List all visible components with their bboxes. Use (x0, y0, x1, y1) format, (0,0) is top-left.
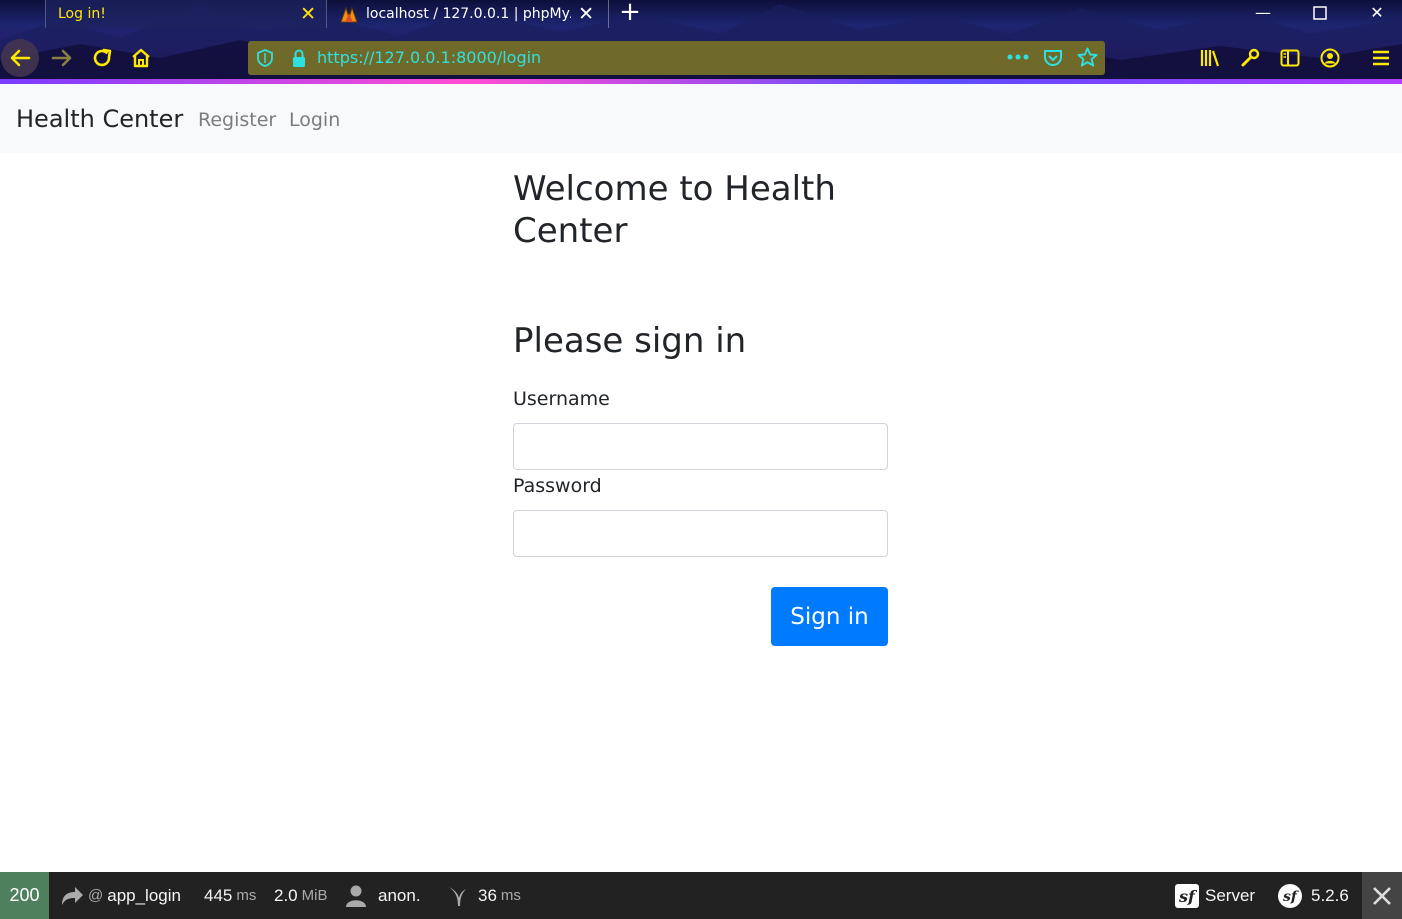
twig-unit: ms (500, 887, 521, 904)
redirect-arrow-icon (62, 886, 83, 905)
route-prefix: @ (88, 887, 104, 904)
time-item[interactable]: 445 ms (204, 872, 256, 919)
library-icon[interactable] (1190, 36, 1230, 80)
twig-item[interactable]: 36 ms (446, 872, 521, 919)
bookmark-star-icon[interactable] (1077, 47, 1098, 68)
time-value: 445 (204, 885, 233, 905)
forward-arrow-icon[interactable] (42, 36, 82, 80)
symfony-logo-icon: sf (1278, 883, 1302, 908)
account-icon[interactable] (1310, 36, 1350, 80)
tab-phpmyadmin[interactable]: localhost / 127.0.0.1 | phpMyAdmin ✕ (330, 0, 609, 28)
home-icon[interactable] (121, 36, 161, 80)
signin-heading: Please sign in (513, 321, 747, 361)
time-unit: ms (236, 887, 257, 904)
phpmyadmin-favicon-icon (340, 6, 358, 23)
close-tab-icon[interactable]: ✕ (300, 3, 316, 25)
security-item[interactable]: anon. (345, 872, 421, 919)
navigation-toolbar: https://127.0.0.1:8000/login (0, 36, 1402, 80)
toolbar-close-icon[interactable] (1362, 872, 1402, 919)
tab-title: localhost / 127.0.0.1 | phpMyAdmin (366, 6, 571, 22)
route-name: app_login (107, 885, 181, 905)
url-path: :8000/login (450, 48, 542, 67)
close-tab-icon[interactable]: ✕ (578, 3, 594, 25)
url-host: 127.0.0.1 (374, 48, 451, 67)
back-arrow-icon[interactable] (1, 39, 39, 77)
tab-title: Log in! (58, 6, 106, 22)
sidebar-icon[interactable] (1270, 36, 1310, 80)
user-icon (346, 885, 366, 907)
twig-icon (449, 886, 466, 906)
server-label: Server (1205, 885, 1256, 905)
maximize-icon[interactable] (1300, 2, 1340, 26)
window-close-icon[interactable]: ✕ (1357, 2, 1397, 26)
password-input[interactable] (513, 510, 888, 557)
new-tab-plus-icon[interactable]: + (618, 0, 642, 26)
password-label: Password (513, 475, 602, 497)
symfony-logo-icon: sf (1175, 883, 1199, 908)
sign-in-button[interactable]: Sign in (771, 587, 888, 646)
reload-icon[interactable] (82, 36, 122, 80)
nav-link-register[interactable]: Register (198, 109, 276, 131)
symfony-version: 5.2.6 (1311, 885, 1349, 905)
version-item[interactable]: sf 5.2.6 (1278, 872, 1349, 919)
username-label: Username (513, 388, 610, 410)
memory-item[interactable]: 2.0 MiB (274, 872, 327, 919)
login-container: Welcome to Health Center Please sign in … (513, 168, 888, 646)
page-actions-dots-icon[interactable] (1007, 53, 1029, 61)
symfony-debug-toolbar: 200 @ app_login 445 ms 2.0 MiB anon. 36 … (0, 872, 1402, 919)
tab-log-in[interactable]: Log in! ✕ (45, 0, 327, 28)
wrench-icon[interactable] (1230, 36, 1270, 80)
browser-chrome: Log in! ✕ localhost / 127.0.0.1 | phpMyA… (0, 0, 1402, 84)
navbar-brand[interactable]: Health Center (16, 105, 183, 133)
minimize-icon[interactable]: — (1243, 2, 1283, 26)
memory-value: 2.0 (274, 885, 298, 905)
lock-icon[interactable] (291, 48, 307, 68)
pocket-icon[interactable] (1043, 48, 1063, 68)
url-text[interactable]: https://127.0.0.1:8000/login (317, 48, 541, 67)
url-scheme: https:// (317, 48, 375, 67)
welcome-heading: Welcome to Health Center (513, 169, 836, 251)
url-bar[interactable]: https://127.0.0.1:8000/login (248, 41, 1105, 75)
username-input[interactable] (513, 423, 888, 470)
route-item[interactable]: @ app_login (60, 872, 181, 919)
site-navbar: Health Center Register Login (0, 84, 1402, 153)
menu-hamburger-icon[interactable] (1361, 36, 1401, 80)
shield-icon[interactable] (256, 49, 274, 67)
server-item[interactable]: sf Server (1175, 872, 1255, 919)
status-code-badge[interactable]: 200 (0, 872, 49, 919)
twig-value: 36 (478, 885, 497, 905)
nav-link-login[interactable]: Login (289, 109, 340, 131)
memory-unit: MiB (301, 887, 328, 904)
user-name: anon. (378, 885, 421, 905)
